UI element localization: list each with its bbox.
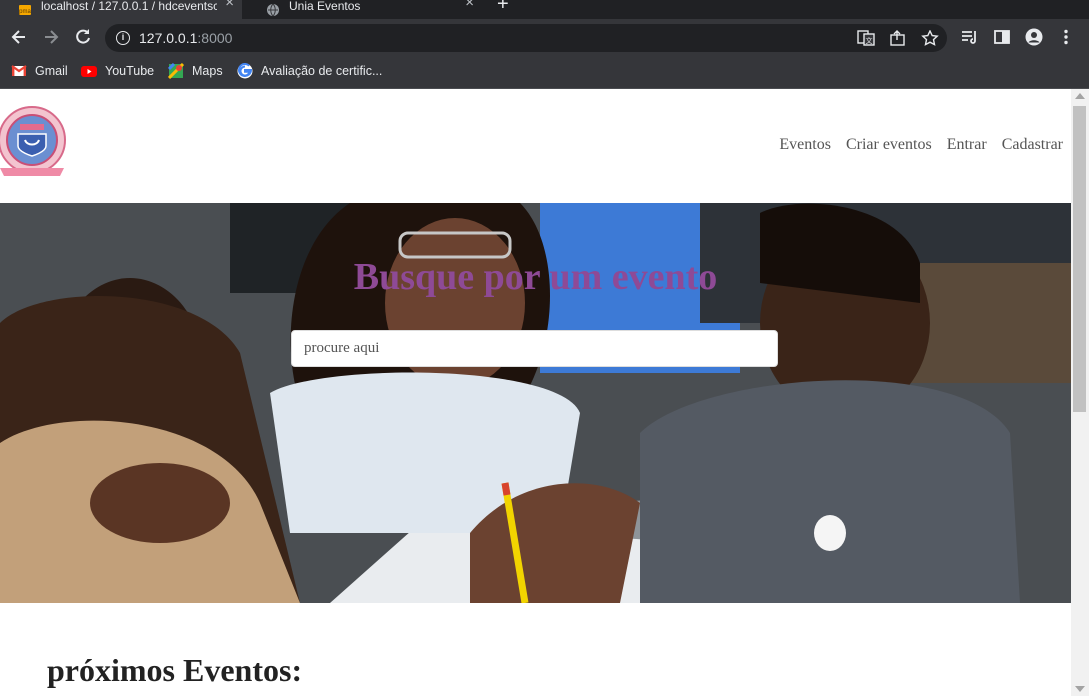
bookmark-gmail[interactable]: Gmail: [11, 63, 68, 79]
maps-icon: [167, 62, 185, 80]
gmail-icon: [11, 63, 27, 79]
bookmark-avaliacao[interactable]: Avaliação de certific...: [237, 63, 382, 79]
site-header: Eventos Criar eventos Entrar Cadastrar: [0, 89, 1071, 203]
tab-title: Unia Eventos: [289, 0, 361, 13]
forward-arrow-icon[interactable]: [40, 26, 62, 48]
nav-eventos[interactable]: Eventos: [779, 136, 831, 154]
url-port: :8000: [197, 30, 233, 46]
reload-icon[interactable]: [72, 26, 94, 48]
bookmark-label: Gmail: [35, 64, 68, 78]
nav-entrar[interactable]: Entrar: [947, 136, 987, 154]
tab-phpmyadmin[interactable]: pma localhost / 127.0.0.1 / hdceventsc ×: [0, 0, 242, 19]
youtube-icon: [81, 63, 97, 79]
address-bar[interactable]: i 127.0.0.1:8000 文: [105, 24, 947, 52]
search-input[interactable]: [291, 330, 778, 367]
url-text: 127.0.0.1:8000: [139, 30, 232, 46]
kebab-menu-icon[interactable]: [1057, 28, 1075, 46]
svg-text:文: 文: [866, 36, 873, 45]
bookmarks-bar: Gmail YouTube Maps Avaliação de certific…: [0, 56, 1089, 89]
profile-icon[interactable]: [1025, 28, 1043, 46]
svg-text:pma: pma: [19, 9, 31, 15]
bookmark-label: YouTube: [105, 64, 155, 78]
browser-toolbar: i 127.0.0.1:8000 文: [0, 19, 1089, 56]
bookmark-label: Avaliação de certific...: [261, 64, 383, 78]
hero-title: Busque por um evento: [353, 256, 718, 298]
bookmark-maps[interactable]: Maps: [167, 62, 223, 80]
tab-title: localhost / 127.0.0.1 / hdceventsc: [41, 0, 217, 13]
close-icon[interactable]: ×: [225, 0, 234, 11]
media-queue-icon[interactable]: [961, 28, 979, 46]
share-icon[interactable]: [889, 30, 907, 46]
side-panel-icon[interactable]: [993, 28, 1011, 46]
globe-icon: [266, 3, 280, 17]
info-icon[interactable]: i: [116, 31, 130, 45]
scroll-down-arrow-icon[interactable]: [1075, 686, 1085, 692]
back-arrow-icon[interactable]: [8, 26, 30, 48]
hero-banner: Busque por um evento: [0, 203, 1071, 603]
url-host: 127.0.0.1: [139, 30, 198, 46]
bookmark-star-icon[interactable]: [921, 29, 939, 46]
university-seal-icon[interactable]: [0, 104, 68, 184]
tab-strip: pma localhost / 127.0.0.1 / hdceventsc ×…: [0, 0, 1089, 19]
bookmark-youtube[interactable]: YouTube: [81, 63, 154, 79]
new-tab-button[interactable]: +: [497, 0, 509, 16]
tab-unia-eventos[interactable]: Unia Eventos ×: [248, 0, 482, 19]
main-nav: Eventos Criar eventos Entrar Cadastrar: [779, 136, 1063, 154]
nav-cadastrar[interactable]: Cadastrar: [1002, 136, 1063, 154]
bookmark-label: Maps: [192, 64, 223, 78]
close-icon[interactable]: ×: [465, 0, 474, 11]
scroll-up-arrow-icon[interactable]: [1075, 93, 1085, 99]
upcoming-events-title: próximos Eventos:: [47, 652, 303, 688]
google-icon: [237, 63, 253, 79]
nav-criar-eventos[interactable]: Criar eventos: [846, 136, 932, 154]
page-viewport: Eventos Criar eventos Entrar Cadastrar B…: [0, 89, 1071, 696]
scrollbar-thumb[interactable]: [1073, 106, 1086, 412]
page-scrollbar[interactable]: [1071, 89, 1089, 696]
translate-icon[interactable]: 文: [857, 30, 875, 46]
phpmyadmin-icon: pma: [18, 3, 32, 17]
